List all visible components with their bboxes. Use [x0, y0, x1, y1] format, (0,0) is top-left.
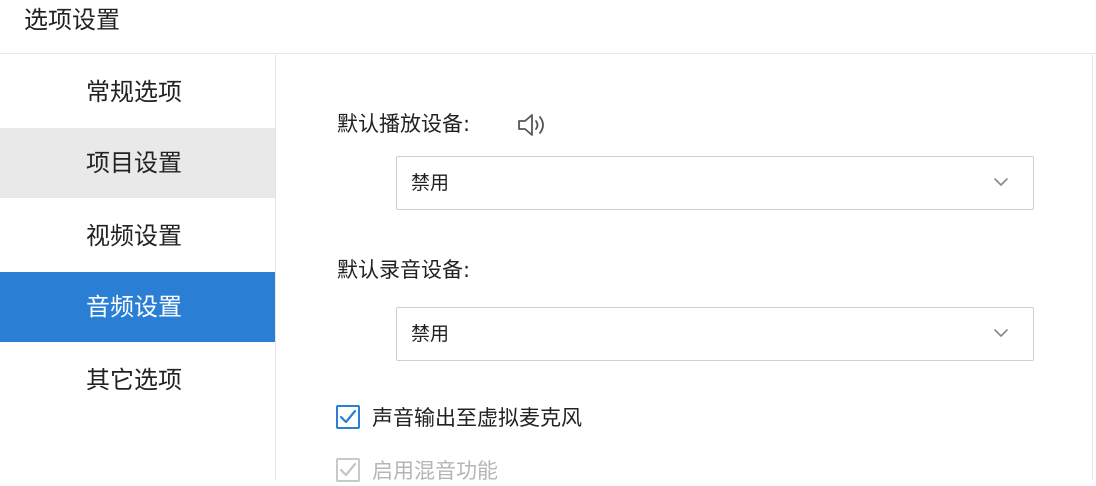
window-right-border [1092, 55, 1093, 480]
sidebar-item-label: 音频设置 [86, 293, 182, 321]
chevron-down-icon [994, 329, 1008, 337]
sidebar-item-label: 常规选项 [86, 78, 182, 106]
title-bar: 选项设置 [0, 0, 1096, 54]
record-device-label: 默认录音设备: [337, 258, 471, 282]
speaker-icon[interactable] [516, 111, 552, 139]
playback-device-select[interactable]: 禁用 [396, 156, 1034, 210]
sidebar-item-label: 视频设置 [86, 222, 182, 250]
window-title: 选项设置 [24, 6, 120, 34]
mix-checkbox [336, 458, 360, 482]
record-device-value: 禁用 [411, 323, 450, 345]
checkmark-icon [339, 409, 357, 424]
virtual-mic-checkbox[interactable] [336, 405, 360, 429]
sidebar-item-audio[interactable]: 音频设置 [0, 272, 275, 342]
virtual-mic-option[interactable]: 声音输出至虚拟麦克风 [336, 403, 666, 433]
sidebar-item-label: 项目设置 [86, 149, 182, 177]
checkmark-icon [339, 462, 357, 477]
sidebar-item-video[interactable]: 视频设置 [0, 201, 275, 271]
playback-device-label: 默认播放设备: [337, 112, 471, 136]
audio-settings-panel: 默认播放设备: 禁用 默认录音设备: 禁用 声音输出至虚拟麦克风 启用混音功能 [276, 55, 1084, 483]
record-device-select[interactable]: 禁用 [396, 307, 1034, 361]
sidebar-nav: 常规选项 项目设置 视频设置 音频设置 其它选项 [0, 55, 276, 480]
mix-option: 启用混音功能 [336, 456, 596, 486]
playback-device-value: 禁用 [411, 172, 450, 194]
sidebar-item-label: 其它选项 [86, 366, 182, 394]
chevron-down-icon [994, 178, 1008, 186]
sidebar-item-other[interactable]: 其它选项 [0, 345, 275, 415]
virtual-mic-label: 声音输出至虚拟麦克风 [372, 406, 582, 430]
sidebar-item-project[interactable]: 项目设置 [0, 128, 275, 198]
sidebar-item-general[interactable]: 常规选项 [0, 57, 275, 127]
mix-label: 启用混音功能 [372, 459, 498, 483]
